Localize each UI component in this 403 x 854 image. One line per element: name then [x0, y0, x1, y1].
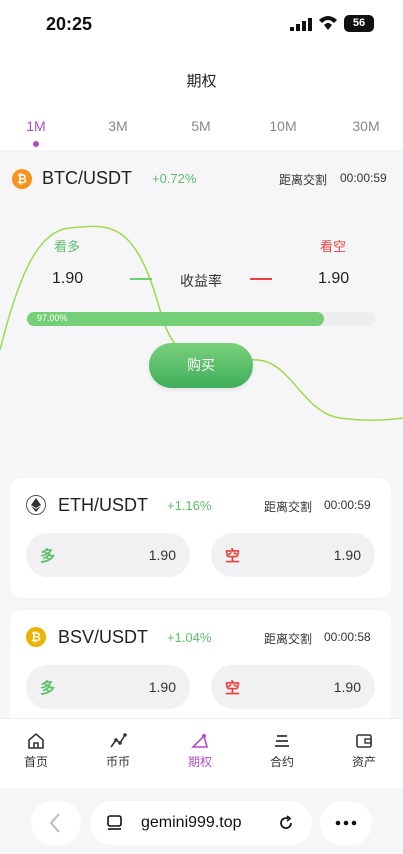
wifi-icon: [319, 16, 337, 30]
wallet-icon: [356, 734, 372, 748]
browser-toolbar: gemini999.top: [0, 788, 403, 854]
tab-30m[interactable]: 30M: [341, 118, 391, 134]
nav-options[interactable]: 期权: [170, 731, 230, 770]
sentiment-progress-bar: 97.00%: [27, 312, 375, 326]
long-label: 多: [40, 548, 56, 565]
contract-icon: [275, 735, 289, 747]
bull-label: 看多: [54, 239, 81, 254]
bull-line: [130, 278, 152, 280]
options-icon: [191, 734, 209, 748]
bitcoin-icon: ₿: [12, 169, 32, 189]
price-change: +1.04%: [167, 630, 212, 645]
price-curve: [0, 225, 403, 422]
tab-10m[interactable]: 10M: [258, 118, 308, 134]
pair-name: BTC/USDT: [42, 168, 132, 188]
countdown-label: 距离交割: [264, 500, 313, 514]
nav-assets[interactable]: 资产: [334, 731, 394, 770]
trend-icon: [110, 733, 127, 748]
short-option-button[interactable]: 空 1.90: [211, 533, 375, 577]
options-page: 20:25 56 期权 1M 3M 5M 10M 30M ₿ BTC/USDT …: [0, 0, 403, 854]
long-label: 多: [40, 680, 56, 697]
yield-label: 收益率: [180, 273, 222, 289]
nav-label: 币币: [105, 755, 130, 769]
countdown-label: 距离交割: [264, 632, 313, 646]
bear-line: [250, 278, 272, 280]
signal-icon: [290, 18, 312, 31]
page-header: 期权: [0, 50, 403, 102]
nav-label: 合约: [269, 755, 294, 769]
pair-name: ETH/USDT: [58, 495, 148, 515]
progress-fill: [27, 312, 325, 326]
long-odds: 1.90: [148, 547, 176, 563]
period-tabs: 1M 3M 5M 10M 30M: [0, 102, 403, 150]
ethereum-icon: [26, 495, 46, 515]
long-odds: 1.90: [148, 679, 176, 695]
tab-1m[interactable]: 1M: [11, 118, 61, 134]
nav-spot[interactable]: 币币: [88, 731, 148, 770]
battery-icon: 56: [344, 15, 374, 32]
home-icon: [28, 732, 44, 749]
market-card-eth: ETH/USDT +1.16% 距离交割 00:00:59 多 1.90 空 1…: [10, 478, 391, 598]
bottom-nav: 首页 币币 期权 合约 资产: [0, 718, 403, 788]
tab-3m[interactable]: 3M: [93, 118, 143, 134]
status-time: 20:25: [46, 14, 93, 34]
bitcoin-sv-icon: ₿: [26, 627, 46, 647]
page-menu-icon: [107, 815, 122, 830]
address-bar[interactable]: gemini999.top: [90, 801, 312, 845]
long-option-button[interactable]: 多 1.90: [26, 533, 190, 577]
chevron-left-icon: [49, 813, 60, 833]
more-icon: [335, 820, 357, 826]
bull-odds: 1.90: [52, 270, 84, 287]
countdown-label: 距离交割: [279, 173, 328, 187]
active-tab-indicator: [33, 141, 39, 147]
price-change: +0.72%: [152, 171, 197, 186]
countdown-value: 00:00:59: [340, 171, 387, 185]
short-label: 空: [225, 548, 241, 565]
countdown-value: 00:00:59: [324, 498, 371, 512]
reload-icon[interactable]: [276, 813, 296, 833]
back-button[interactable]: [31, 801, 81, 845]
bear-odds: 1.90: [318, 270, 350, 287]
short-odds: 1.90: [333, 547, 361, 563]
url-text: gemini999.top: [141, 814, 242, 831]
bear-label: 看空: [320, 239, 347, 254]
price-change: +1.16%: [167, 498, 212, 513]
btc-option-card: ₿ BTC/USDT +0.72% 距离交割 00:00:59 看多 看空 1.…: [0, 150, 403, 460]
pair-name: BSV/USDT: [58, 627, 149, 647]
tab-5m[interactable]: 5M: [176, 118, 226, 134]
page-title: 期权: [186, 73, 217, 90]
nav-label: 首页: [23, 755, 48, 769]
market-card-bsv: ₿ BSV/USDT +1.04% 距离交割 00:00:58 多 1.90 空…: [10, 610, 391, 730]
short-label: 空: [225, 680, 241, 697]
short-option-button[interactable]: 空 1.90: [211, 665, 375, 709]
nav-contract[interactable]: 合约: [252, 731, 312, 770]
nav-home[interactable]: 首页: [6, 731, 66, 770]
status-bar: 20:25 56: [0, 0, 403, 50]
more-button[interactable]: [320, 801, 372, 845]
long-option-button[interactable]: 多 1.90: [26, 665, 190, 709]
countdown-value: 00:00:58: [324, 630, 371, 644]
nav-label: 期权: [187, 755, 212, 769]
progress-text: 97.00%: [37, 313, 68, 323]
short-odds: 1.90: [333, 679, 361, 695]
nav-label: 资产: [351, 755, 376, 769]
buy-button[interactable]: 购买: [149, 343, 253, 388]
